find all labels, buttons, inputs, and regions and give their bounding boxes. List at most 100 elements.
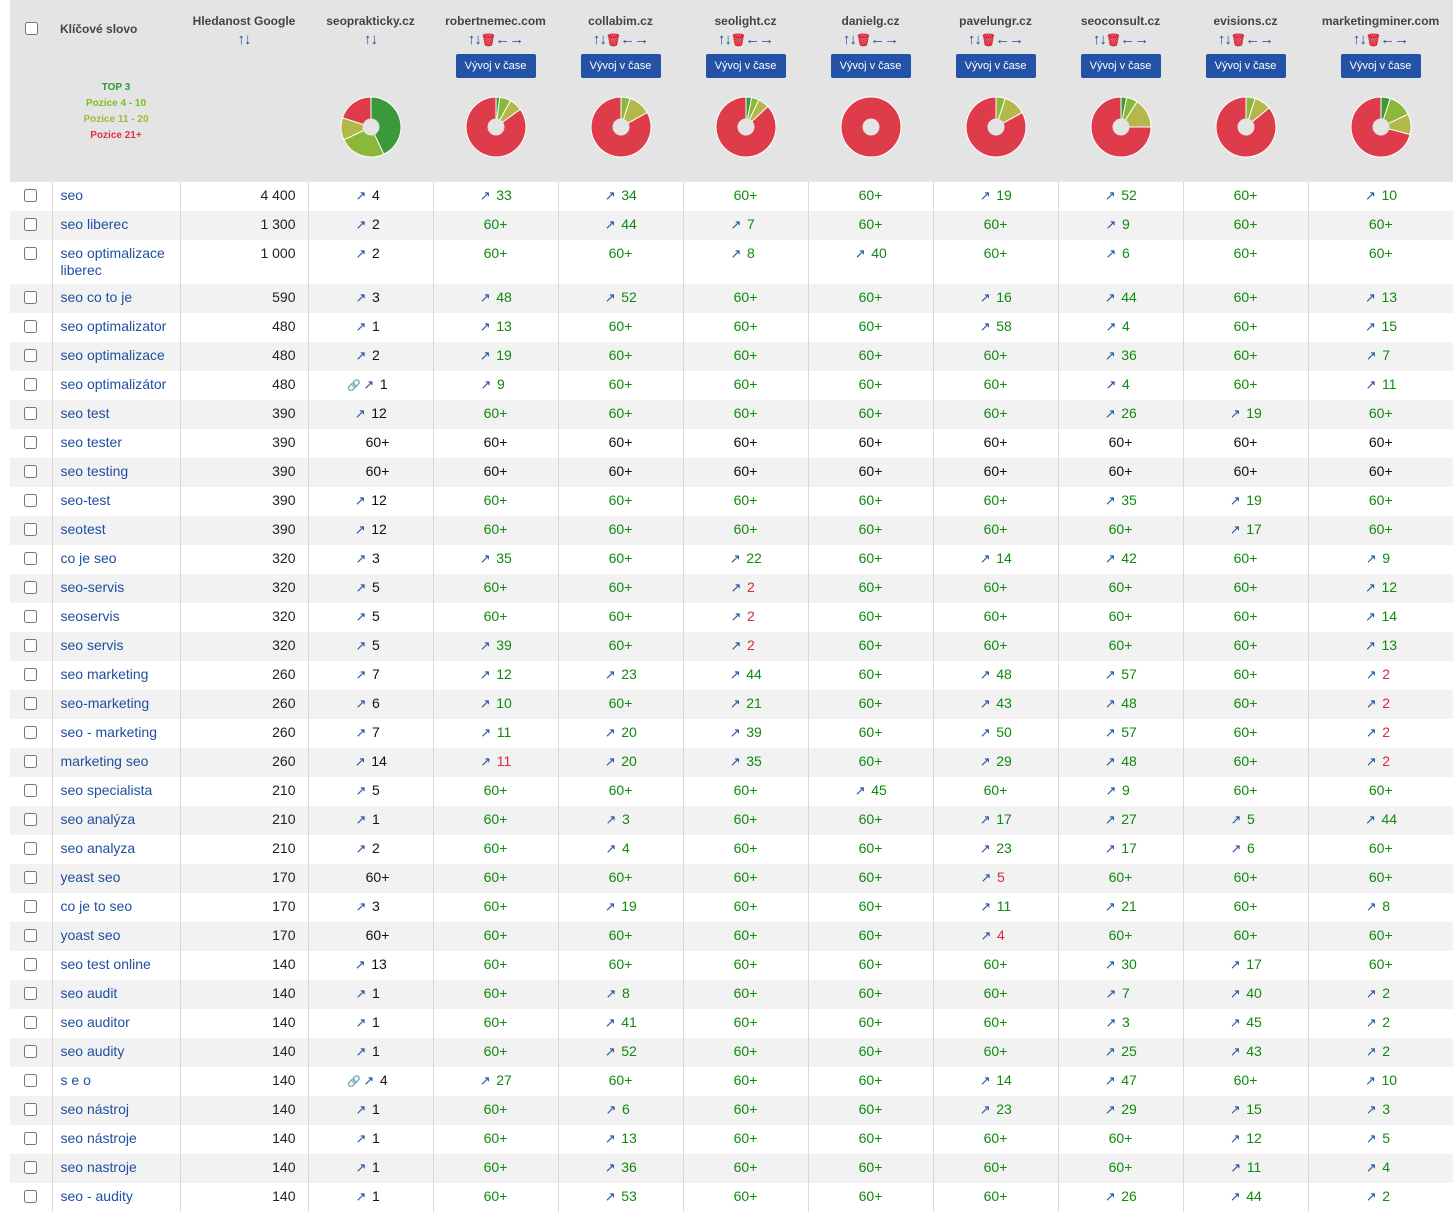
external-link-icon[interactable]: ↗ [1104, 951, 1116, 978]
external-link-icon[interactable]: ↗ [355, 1038, 367, 1065]
external-link-icon[interactable]: ↗ [730, 211, 742, 238]
keyword-link[interactable]: s e o [51, 1067, 180, 1096]
row-checkbox[interactable] [24, 552, 38, 565]
sort-desc-icon[interactable]: ↓ [244, 31, 251, 48]
timeline-button[interactable]: Vývoj v čase [1205, 54, 1286, 78]
move-right-icon[interactable]: → [634, 31, 649, 48]
move-left-icon[interactable]: ← [1245, 31, 1260, 48]
external-link-icon[interactable]: ↗ [479, 313, 491, 340]
external-link-icon[interactable]: ↗ [355, 690, 367, 717]
move-right-icon[interactable]: → [1259, 31, 1274, 48]
external-link-icon[interactable]: ↗ [605, 980, 617, 1007]
row-checkbox[interactable] [24, 1016, 38, 1029]
move-left-icon[interactable]: ← [995, 31, 1010, 48]
external-link-icon[interactable]: ↗ [605, 1096, 617, 1123]
external-link-icon[interactable]: ↗ [604, 719, 616, 746]
external-link-icon[interactable]: ↗ [354, 400, 366, 427]
keyword-link[interactable]: seo nástroj [51, 1096, 180, 1125]
external-link-icon[interactable]: ↗ [1365, 719, 1377, 746]
external-link-icon[interactable]: ↗ [979, 182, 991, 209]
keyword-link[interactable]: seo marketing [51, 661, 180, 690]
row-checkbox[interactable] [24, 407, 38, 420]
external-link-icon[interactable]: ↗ [363, 371, 375, 398]
row-checkbox[interactable] [24, 726, 38, 739]
external-link-icon[interactable]: ↗ [1104, 893, 1116, 920]
external-link-icon[interactable]: ↗ [1104, 806, 1116, 833]
row-checkbox[interactable] [24, 1190, 38, 1203]
external-link-icon[interactable]: ↗ [355, 777, 367, 804]
external-link-icon[interactable]: ↗ [479, 182, 491, 209]
external-link-icon[interactable]: ↗ [1104, 1096, 1116, 1123]
row-checkbox[interactable] [24, 842, 38, 855]
external-link-icon[interactable]: ↗ [1229, 1183, 1241, 1210]
external-link-icon[interactable]: ↗ [355, 1154, 367, 1181]
external-link-icon[interactable]: ↗ [1104, 661, 1116, 688]
external-link-icon[interactable]: ↗ [1104, 487, 1116, 514]
external-link-icon[interactable]: ↗ [1364, 313, 1376, 340]
external-link-icon[interactable]: ↗ [355, 313, 367, 340]
keyword-link[interactable]: seo servis [51, 632, 180, 661]
external-link-icon[interactable]: ↗ [1105, 1009, 1117, 1036]
external-link-icon[interactable]: ↗ [604, 748, 616, 775]
external-link-icon[interactable]: ↗ [729, 661, 741, 688]
external-link-icon[interactable]: ↗ [355, 893, 367, 920]
external-link-icon[interactable]: ↗ [979, 835, 991, 862]
external-link-icon[interactable]: ↗ [854, 777, 866, 804]
row-checkbox[interactable] [24, 320, 38, 333]
external-link-icon[interactable]: ↗ [1365, 1154, 1377, 1181]
select-all-checkbox[interactable] [25, 22, 38, 35]
row-checkbox[interactable] [24, 465, 38, 478]
keyword-link[interactable]: seo-test [51, 487, 180, 516]
row-checkbox[interactable] [24, 1074, 38, 1087]
external-link-icon[interactable]: ↗ [604, 661, 616, 688]
row-checkbox[interactable] [24, 1103, 38, 1116]
external-link-icon[interactable]: ↗ [1364, 284, 1376, 311]
external-link-icon[interactable]: ↗ [980, 922, 992, 949]
external-link-icon[interactable]: ↗ [1104, 284, 1116, 311]
delete-icon[interactable]: 🗑 [1231, 33, 1246, 47]
external-link-icon[interactable]: ↗ [355, 980, 367, 1007]
row-checkbox[interactable] [24, 784, 38, 797]
external-link-icon[interactable]: ↗ [354, 748, 366, 775]
external-link-icon[interactable]: ↗ [480, 748, 492, 775]
move-left-icon[interactable]: ← [870, 31, 885, 48]
keyword-link[interactable]: seo test [51, 400, 180, 429]
move-left-icon[interactable]: ← [620, 31, 635, 48]
external-link-icon[interactable]: ↗ [355, 240, 367, 267]
row-checkbox[interactable] [24, 755, 38, 768]
external-link-icon[interactable]: ↗ [355, 211, 367, 238]
row-checkbox[interactable] [24, 247, 38, 260]
row-checkbox[interactable] [24, 581, 38, 594]
external-link-icon[interactable]: ↗ [604, 1038, 616, 1065]
external-link-icon[interactable]: ↗ [979, 1067, 991, 1094]
external-link-icon[interactable]: ↗ [479, 342, 491, 369]
external-link-icon[interactable]: ↗ [604, 1154, 616, 1181]
external-link-icon[interactable]: ↗ [355, 661, 367, 688]
row-checkbox[interactable] [24, 291, 38, 304]
external-link-icon[interactable]: ↗ [1105, 980, 1117, 1007]
external-link-icon[interactable]: ↗ [354, 516, 366, 543]
external-link-icon[interactable]: ↗ [354, 951, 366, 978]
row-checkbox[interactable] [24, 436, 38, 449]
keyword-link[interactable]: seo testing [51, 458, 180, 487]
external-link-icon[interactable]: ↗ [355, 1096, 367, 1123]
external-link-icon[interactable]: ↗ [1365, 748, 1377, 775]
row-checkbox[interactable] [24, 378, 38, 391]
external-link-icon[interactable]: ↗ [1365, 893, 1377, 920]
external-link-icon[interactable]: ↗ [604, 182, 616, 209]
external-link-icon[interactable]: ↗ [1365, 545, 1377, 572]
external-link-icon[interactable]: ↗ [1229, 1009, 1241, 1036]
timeline-button[interactable]: Vývoj v čase [1080, 54, 1161, 78]
external-link-icon[interactable]: ↗ [979, 545, 991, 572]
move-right-icon[interactable]: → [884, 31, 899, 48]
link-icon[interactable]: 🔗 [347, 380, 361, 392]
external-link-icon[interactable]: ↗ [979, 284, 991, 311]
keyword-link[interactable]: seo - marketing [51, 719, 180, 748]
external-link-icon[interactable]: ↗ [729, 545, 741, 572]
move-right-icon[interactable]: → [1394, 31, 1409, 48]
row-checkbox[interactable] [24, 494, 38, 507]
delete-icon[interactable]: 🗑 [1106, 33, 1121, 47]
external-link-icon[interactable]: ↗ [355, 632, 367, 659]
row-checkbox[interactable] [24, 639, 38, 652]
external-link-icon[interactable]: ↗ [1105, 240, 1117, 267]
